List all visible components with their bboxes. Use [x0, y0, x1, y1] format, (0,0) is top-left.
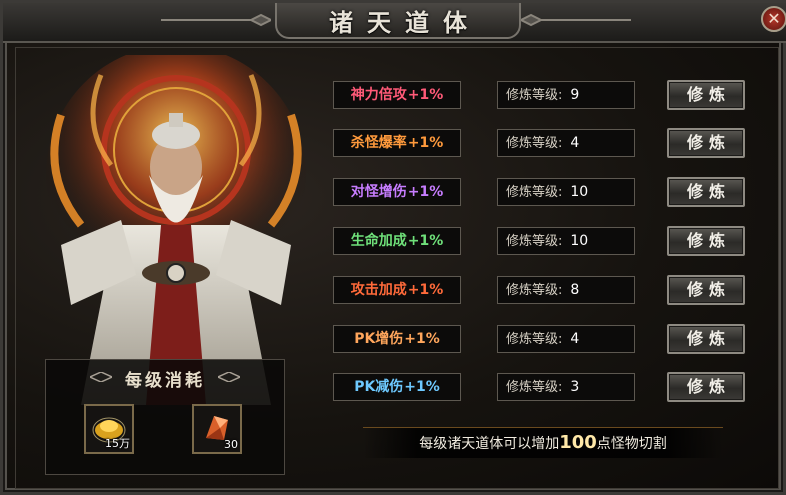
attr-name: 对怪增伤: [350, 184, 407, 200]
info-number: 100: [559, 432, 597, 453]
level-display: 修炼等级: 8: [497, 276, 635, 304]
attr-label: 对怪增伤+1%: [333, 178, 461, 206]
attr-name: PK增伤: [354, 331, 404, 347]
level-display: 修炼等级: 9: [497, 81, 635, 109]
train-button[interactable]: 修炼: [667, 177, 745, 207]
title-bar[interactable]: 诸天道体 ✕: [3, 3, 786, 43]
attr-name: 攻击加成: [350, 282, 407, 298]
level-value: 8: [570, 282, 580, 298]
immortal-sage-portrait: [46, 55, 306, 405]
level-label: 修炼等级:: [506, 380, 563, 395]
level-label: 修炼等级:: [506, 185, 563, 200]
train-button[interactable]: 修炼: [667, 372, 745, 402]
train-button[interactable]: 修炼: [667, 275, 745, 305]
attr-bonus: +1%: [404, 379, 440, 395]
attr-label: 神力倍攻+1%: [333, 81, 461, 109]
attr-bonus: +1%: [407, 135, 444, 151]
level-value: 4: [570, 135, 580, 151]
crystal-shard-qty: 30: [224, 438, 238, 451]
level-display: 修炼等级: 3: [497, 373, 635, 401]
attr-row: PK减伤+1% 修炼等级: 3 修炼: [333, 372, 747, 402]
level-label: 修炼等级:: [506, 88, 563, 103]
level-value: 3: [570, 379, 580, 395]
level-label: 修炼等级:: [506, 332, 563, 347]
attr-bonus: +1%: [407, 233, 444, 249]
level-value: 10: [570, 233, 589, 249]
level-value: 4: [570, 331, 580, 347]
info-prefix: 每级诸天道体可以增加: [419, 436, 560, 452]
ornament-right-icon: [218, 372, 240, 382]
level-label: 修炼等级:: [506, 234, 563, 249]
attr-row: 生命加成+1% 修炼等级: 10 修炼: [333, 226, 747, 256]
zhutian-daoti-window: 诸天道体 ✕ 每级消耗 15万 30 神力倍攻+1% 修炼等级: 9 修炼 杀怪…: [0, 0, 786, 495]
attr-row: 攻击加成+1% 修炼等级: 8 修炼: [333, 275, 747, 305]
gold-ingot-qty: 15万: [105, 437, 130, 450]
attr-name: 杀怪爆率: [350, 135, 407, 151]
train-button[interactable]: 修炼: [667, 128, 745, 158]
title-ornament-right: [521, 13, 631, 27]
attr-bonus: +1%: [407, 184, 444, 200]
attr-name: 生命加成: [350, 233, 407, 249]
level-label: 修炼等级:: [506, 136, 563, 151]
close-button[interactable]: ✕: [761, 6, 786, 32]
attr-name: PK减伤: [354, 379, 404, 395]
attr-row: 杀怪爆率+1% 修炼等级: 4 修炼: [333, 128, 747, 158]
level-label: 修炼等级:: [506, 283, 563, 298]
level-value: 9: [570, 87, 580, 103]
level-display: 修炼等级: 4: [497, 129, 635, 157]
close-icon: ✕: [767, 9, 781, 28]
cost-panel: 每级消耗 15万 30: [45, 359, 285, 475]
attr-row: 神力倍攻+1% 修炼等级: 9 修炼: [333, 80, 747, 110]
attr-row: PK增伤+1% 修炼等级: 4 修炼: [333, 324, 747, 354]
info-bar: 每级诸天道体可以增加100点怪物切割: [363, 427, 723, 458]
title-plate: 诸天道体: [275, 3, 521, 39]
attr-bonus: +1%: [407, 87, 444, 103]
attr-label: 生命加成+1%: [333, 227, 461, 255]
train-button[interactable]: 修炼: [667, 80, 745, 110]
level-display: 修炼等级: 10: [497, 227, 635, 255]
window-title: 诸天道体: [329, 7, 481, 37]
gold-ingot-slot[interactable]: 15万: [84, 404, 134, 454]
level-value: 10: [570, 184, 589, 200]
title-ornament-left: [161, 13, 271, 27]
cost-title: 每级消耗: [125, 371, 205, 391]
train-button[interactable]: 修炼: [667, 324, 745, 354]
attr-name: 神力倍攻: [350, 87, 407, 103]
attr-label: 杀怪爆率+1%: [333, 129, 461, 157]
info-suffix: 点怪物切割: [596, 436, 667, 452]
crystal-shard-slot[interactable]: 30: [192, 404, 242, 454]
attr-bonus: +1%: [407, 282, 444, 298]
attr-label: 攻击加成+1%: [333, 276, 461, 304]
attr-row: 对怪增伤+1% 修炼等级: 10 修炼: [333, 177, 747, 207]
attr-label: PK增伤+1%: [333, 325, 461, 353]
train-button[interactable]: 修炼: [667, 226, 745, 256]
attr-label: PK减伤+1%: [333, 373, 461, 401]
level-display: 修炼等级: 10: [497, 178, 635, 206]
level-display: 修炼等级: 4: [497, 325, 635, 353]
attr-bonus: +1%: [404, 331, 440, 347]
